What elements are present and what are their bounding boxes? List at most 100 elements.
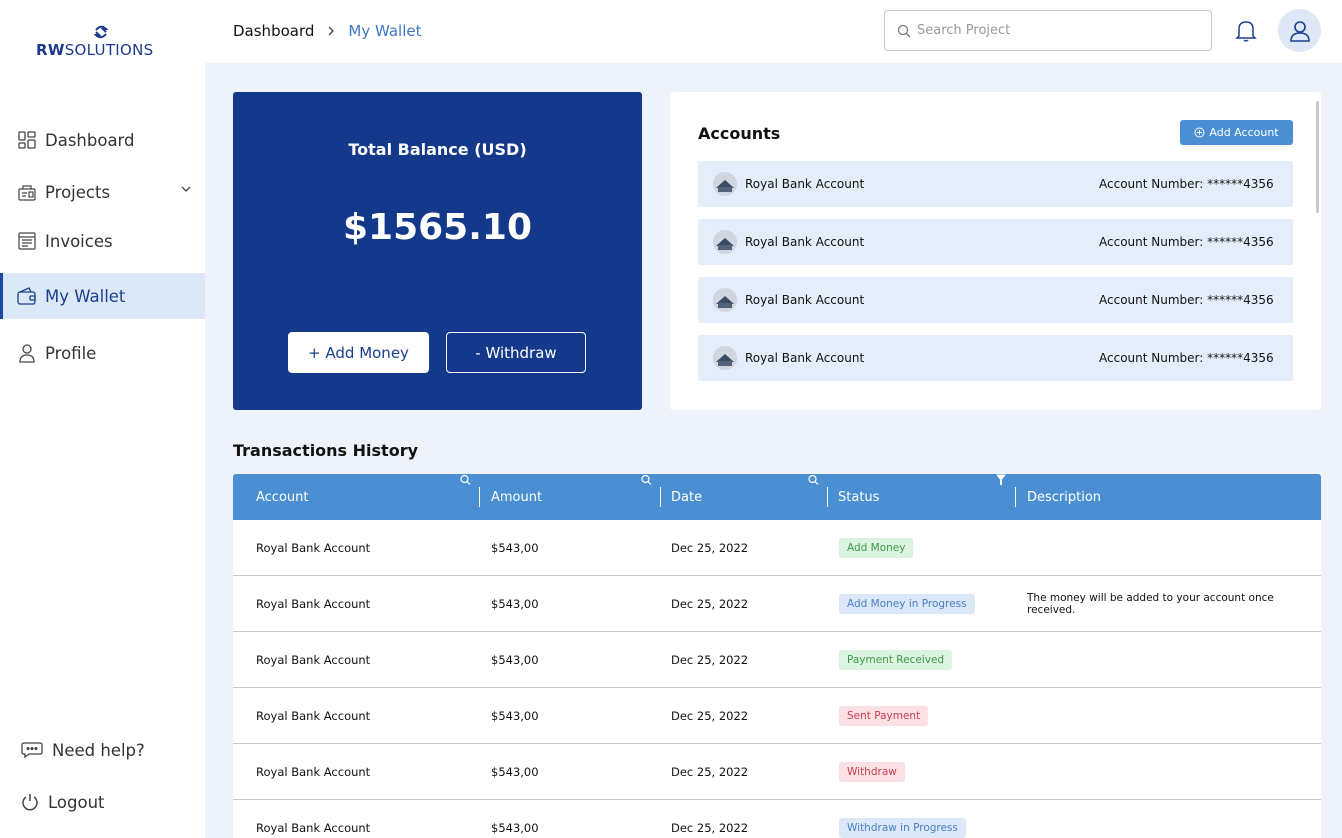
chevron-down-icon[interactable] [180,183,192,195]
status-badge: Add Money in Progress [839,594,975,614]
accounts-card: Accounts Add Account Royal Bank Account … [670,92,1321,410]
notification-bell-icon[interactable] [1235,19,1257,43]
cell-date: Dec 25, 2022 [671,821,749,835]
search-icon[interactable] [641,474,652,486]
status-badge: Sent Payment [839,706,929,726]
add-money-button[interactable]: + Add Money [288,332,429,373]
cell-date: Dec 25, 2022 [671,765,749,779]
status-badge: Withdraw in Progress [839,818,966,838]
cell-account: Royal Bank Account [256,765,371,779]
search-icon[interactable] [808,474,819,486]
table-row[interactable]: Royal Bank Account $543,00 Dec 25, 2022 … [233,520,1321,576]
sidebar-item-projects[interactable]: Projects [0,169,205,215]
sidebar-item-label: Projects [45,182,111,202]
plus-circle-icon [1194,127,1205,138]
projects-icon [17,182,37,202]
dashboard-icon [17,130,37,150]
sidebar-item-profile[interactable]: Profile [0,330,205,376]
logo-mark-icon [93,25,109,39]
table-row[interactable]: Royal Bank Account $543,00 Dec 25, 2022 … [233,744,1321,800]
table-row[interactable]: Royal Bank Account $543,00 Dec 25, 2022 … [233,632,1321,688]
account-name: Royal Bank Account [745,177,865,191]
cell-amount: $543,00 [491,765,539,779]
account-row[interactable]: Royal Bank Account Account Number: *****… [698,277,1293,323]
status-badge: Payment Received [839,650,953,670]
column-divider[interactable] [660,487,661,507]
account-row[interactable]: Royal Bank Account Account Number: *****… [698,335,1293,381]
invoices-icon [17,231,37,251]
sidebar: RWSOLUTIONS Dashboard Projects Invoices … [0,0,205,838]
cell-account: Royal Bank Account [256,597,371,611]
brand-name: RWSOLUTIONS [36,41,154,59]
column-header-description[interactable]: Description [1027,474,1101,520]
balance-amount: $1565.10 [342,207,533,248]
user-icon [1289,20,1310,42]
withdraw-button[interactable]: - Withdraw [446,332,586,373]
account-number: Account Number: ******4356 [1099,235,1274,249]
cell-account: Royal Bank Account [256,821,371,835]
power-icon [20,792,40,812]
account-name: Royal Bank Account [745,235,865,249]
search-box[interactable] [884,10,1212,51]
cell-amount: $543,00 [491,821,539,835]
cell-account: Royal Bank Account [256,709,371,723]
bank-icon [713,346,737,370]
bank-icon [713,288,737,312]
profile-icon [17,343,37,363]
cell-date: Dec 25, 2022 [671,709,749,723]
logout-label: Logout [48,792,105,812]
add-account-button[interactable]: Add Account [1180,120,1293,145]
cell-amount: $543,00 [491,653,539,667]
sidebar-item-invoices[interactable]: Invoices [0,218,205,264]
transactions-table: Account Amount Date Status Description R… [233,474,1321,838]
filter-icon[interactable] [996,474,1006,486]
account-name: Royal Bank Account [745,351,865,365]
top-header: Dashboard My Wallet [205,0,1342,63]
table-row[interactable]: Royal Bank Account $543,00 Dec 25, 2022 … [233,800,1321,838]
cell-amount: $543,00 [491,597,539,611]
cell-amount: $543,00 [491,709,539,723]
column-divider[interactable] [479,487,480,507]
wallet-icon [17,286,37,306]
column-header-account[interactable]: Account [256,474,309,520]
accounts-scrollbar[interactable] [1316,101,1319,213]
user-avatar[interactable] [1278,9,1321,52]
chat-icon [20,740,44,760]
sidebar-item-dashboard[interactable]: Dashboard [0,117,205,163]
search-icon [897,24,911,37]
cell-account: Royal Bank Account [256,541,371,555]
status-badge: Withdraw [839,762,905,782]
search-input[interactable] [917,23,1197,38]
accounts-title: Accounts [698,124,781,143]
account-row[interactable]: Royal Bank Account Account Number: *****… [698,161,1293,207]
table-row[interactable]: Royal Bank Account $543,00 Dec 25, 2022 … [233,576,1321,632]
sidebar-item-label: Profile [45,343,97,363]
breadcrumb-root[interactable]: Dashboard [233,22,314,40]
column-divider[interactable] [827,487,828,507]
search-icon[interactable] [460,474,471,486]
need-help-link[interactable]: Need help? [0,727,205,773]
column-header-date[interactable]: Date [671,474,702,520]
column-header-status[interactable]: Status [838,474,879,520]
total-balance-card: Total Balance (USD) $1565.10 + Add Money… [233,92,642,410]
sidebar-item-label: Invoices [45,231,113,251]
column-header-amount[interactable]: Amount [491,474,542,520]
account-number: Account Number: ******4356 [1099,351,1274,365]
column-divider[interactable] [1015,487,1016,507]
status-badge: Add Money [839,538,914,558]
table-row[interactable]: Royal Bank Account $543,00 Dec 25, 2022 … [233,688,1321,744]
logout-button[interactable]: Logout [0,779,205,825]
account-row[interactable]: Royal Bank Account Account Number: *****… [698,219,1293,265]
account-name: Royal Bank Account [745,293,865,307]
account-number: Account Number: ******4356 [1099,177,1274,191]
add-account-label: Add Account [1209,126,1279,139]
sidebar-item-label: My Wallet [45,286,126,306]
table-header: Account Amount Date Status Description [233,474,1321,520]
brand-logo[interactable]: RWSOLUTIONS [36,25,168,59]
cell-date: Dec 25, 2022 [671,541,749,555]
sidebar-item-label: Dashboard [45,130,135,150]
need-help-label: Need help? [52,740,145,760]
account-number: Account Number: ******4356 [1099,293,1274,307]
cell-date: Dec 25, 2022 [671,597,749,611]
sidebar-item-my-wallet[interactable]: My Wallet [0,273,205,319]
